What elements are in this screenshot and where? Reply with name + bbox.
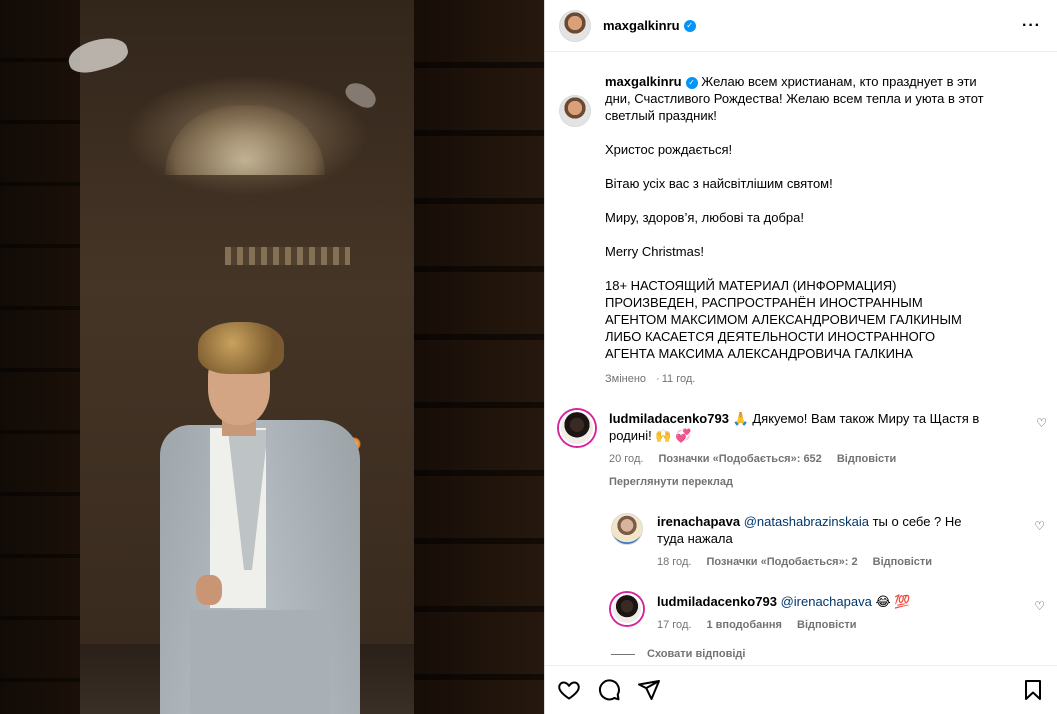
comment-likes[interactable]: Позначки «Подобається»: 652 [658, 453, 821, 465]
reply-time[interactable]: 17 год. [657, 619, 691, 631]
reply-body: ludmiladacenko793 @irenachapava 😂 💯 17 г… [657, 593, 977, 634]
like-comment-heart-icon[interactable]: ♡ [1036, 416, 1047, 430]
verified-badge-icon: ✓ [685, 76, 698, 89]
photo-door-right [414, 0, 544, 714]
commenter-username[interactable]: ludmiladacenko793 [609, 411, 729, 426]
commenter-avatar[interactable] [559, 410, 595, 446]
post-header: maxgalkinru ✓ ··· [545, 0, 1057, 52]
reply-item: irenachapava @natashabrazinskaia ты о се… [611, 513, 1045, 571]
see-translation-button[interactable]: Переглянути переклад [609, 474, 989, 491]
reply-meta: 17 год. 1 вподобання Відповісти [657, 617, 977, 634]
reply-button[interactable]: Відповісти [873, 556, 932, 568]
post-photo[interactable] [0, 0, 544, 714]
reply-body: irenachapava @natashabrazinskaia ты о се… [657, 513, 977, 571]
edited-label: Змінено [605, 373, 647, 385]
reply-likes[interactable]: 1 вподобання [706, 619, 781, 631]
caption-paragraph: Миру, здоров’я, любові та добра! [605, 210, 805, 225]
photo-person-pants [190, 610, 330, 714]
divider-line [611, 653, 635, 655]
reply-text: 😂 💯 [875, 594, 911, 609]
photo-frieze [225, 247, 350, 265]
post-actions-bar [545, 665, 1057, 714]
author-avatar[interactable] [559, 9, 591, 42]
reply-button[interactable]: Відповісти [797, 619, 856, 631]
reply-username[interactable]: ludmiladacenko793 [657, 594, 777, 609]
replies-list: irenachapava @natashabrazinskaia ты о се… [611, 513, 1045, 634]
comment-body: ludmiladacenko793 🙏 Дякуемо! Вам також М… [609, 410, 989, 491]
reply-author-avatar[interactable] [611, 593, 643, 625]
heart-icon[interactable] [557, 678, 581, 702]
caption-meta: Змінено · 11 год. [605, 373, 696, 385]
reply-mention[interactable]: @natashabrazinskaia [744, 514, 869, 529]
photo-person-hair [198, 322, 284, 374]
comment-icon[interactable] [597, 678, 621, 702]
more-options-icon[interactable]: ··· [1022, 17, 1041, 35]
caption-paragraph: 18+ НАСТОЯЩИЙ МАТЕРИАЛ (ИНФОРМАЦИЯ) ПРОИ… [605, 278, 962, 361]
post-view: maxgalkinru ✓ ··· maxgalkinru ✓ Желаю все… [0, 0, 1057, 714]
hide-replies-label: Сховати відповіді [647, 648, 746, 660]
like-reply-heart-icon[interactable]: ♡ [1034, 519, 1045, 533]
photo-door-left [0, 0, 80, 714]
caption-time[interactable]: 11 год. [662, 373, 696, 385]
author-username[interactable]: maxgalkinru [603, 18, 680, 33]
caption-body: maxgalkinru ✓ Желаю всем христианам, кто … [605, 73, 985, 388]
caption-paragraph: Христос рождається! [605, 142, 733, 157]
caption-author-avatar[interactable] [559, 95, 591, 127]
reply-item: ludmiladacenko793 @irenachapava 😂 💯 17 г… [611, 593, 1045, 634]
comment-meta: 20 год. Позначки «Подобається»: 652 Відп… [609, 451, 989, 468]
comment-item: ludmiladacenko793 🙏 Дякуемо! Вам також М… [559, 410, 1047, 491]
reply-mention[interactable]: @irenachapava [781, 594, 872, 609]
like-reply-heart-icon[interactable]: ♡ [1034, 599, 1045, 613]
reply-button[interactable]: Відповісти [837, 453, 896, 465]
photo-person-hand [196, 575, 222, 605]
comment-time[interactable]: 20 год. [609, 453, 643, 465]
post-side-panel: maxgalkinru ✓ ··· maxgalkinru ✓ Желаю все… [544, 0, 1057, 714]
post-caption: maxgalkinru ✓ Желаю всем христианам, кто … [559, 73, 1041, 388]
reply-username[interactable]: irenachapava [657, 514, 740, 529]
reply-likes[interactable]: Позначки «Подобається»: 2 [706, 556, 857, 568]
reply-meta: 18 год. Позначки «Подобається»: 2 Відпов… [657, 554, 977, 571]
caption-first-paragraph: maxgalkinru ✓ Желаю всем христианам, кто … [605, 73, 985, 124]
reply-author-avatar[interactable] [611, 513, 643, 545]
reply-time[interactable]: 18 год. [657, 556, 691, 568]
caption-paragraph: Merry Christmas! [605, 244, 704, 259]
caption-paragraph: Вітаю усіх вас з найсвітлішим святом! [605, 176, 833, 191]
caption-author-username[interactable]: maxgalkinru [605, 74, 682, 89]
bookmark-icon[interactable] [1021, 678, 1045, 702]
share-icon[interactable] [637, 678, 661, 702]
hide-replies-button[interactable]: Сховати відповіді [611, 648, 1041, 660]
comments-scroll-area[interactable]: maxgalkinru ✓ Желаю всем христианам, кто … [545, 53, 1057, 665]
verified-badge-icon: ✓ [683, 19, 696, 32]
